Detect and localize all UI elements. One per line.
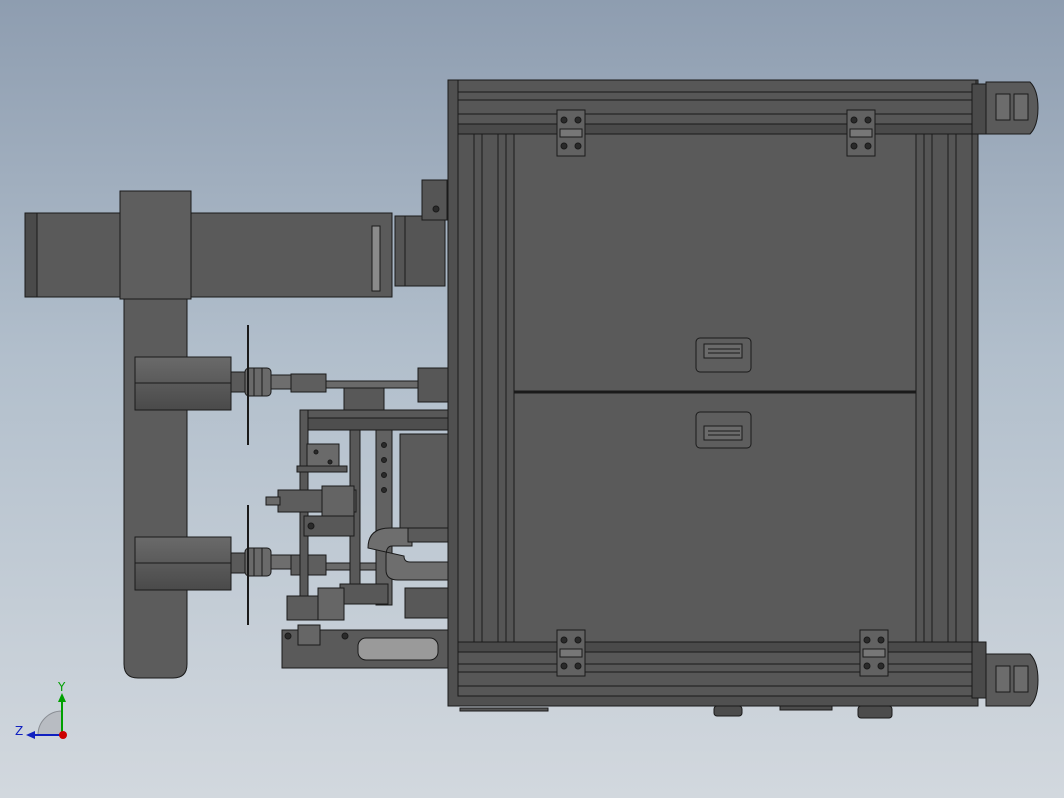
upper-rod-block (290, 373, 327, 393)
caster-top-right (971, 81, 1039, 135)
cad-viewport[interactable]: Y Z (0, 0, 1064, 798)
beam-end-cap (24, 212, 38, 298)
foot-left (713, 705, 743, 717)
bottom-strip (459, 707, 549, 712)
hinge-top-left (556, 109, 586, 157)
clamp-block (119, 190, 192, 300)
bracket-slot (357, 637, 439, 661)
y-axis-label: Y (57, 680, 66, 694)
orientation-triad: Y Z (15, 680, 67, 739)
upper-shaft (325, 380, 422, 389)
top-rail (457, 79, 977, 125)
hinge-bottom-left (556, 629, 586, 677)
small-motor (394, 215, 446, 287)
mechanism-top-rail (299, 409, 451, 419)
caster-bottom-right (971, 641, 1039, 707)
z-axis-label: Z (15, 724, 23, 738)
x-axis-dot (59, 731, 67, 739)
lower-door-handle[interactable] (695, 411, 752, 449)
horizontal-beam (24, 212, 393, 298)
motor-bracket (421, 179, 448, 221)
small-lower-motor (286, 595, 320, 621)
main-cabinet (447, 79, 1039, 719)
central-mechanism (265, 387, 451, 669)
bracket-hole (432, 205, 440, 213)
foot-right (857, 705, 893, 719)
mechanism-motor-block (399, 433, 449, 535)
guide-rail (375, 429, 393, 606)
z-axis-arrow (26, 731, 35, 739)
y-axis-arrow (58, 693, 66, 702)
bottom-rail (457, 651, 977, 697)
upper-door-handle[interactable] (695, 337, 752, 373)
vertical-arm (123, 297, 188, 679)
triad-arc (37, 710, 63, 736)
foot-center (779, 705, 833, 711)
hinge-bottom-right (859, 629, 889, 677)
beam-slot (371, 225, 381, 292)
hinge-top-right (846, 109, 876, 157)
